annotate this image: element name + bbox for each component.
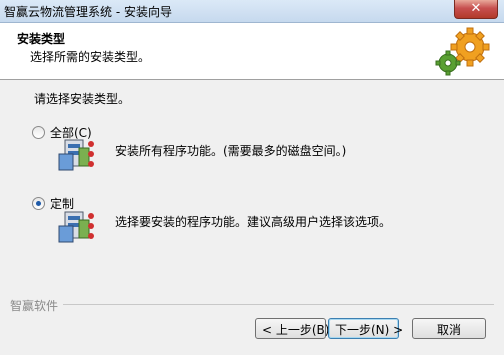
radio-complete[interactable]	[32, 126, 45, 139]
title-bar: 智赢云物流管理系统 - 安装向导 ✕	[0, 0, 504, 23]
window-title: 智赢云物流管理系统 - 安装向导	[4, 5, 172, 19]
page-subtitle: 选择所需的安装类型。	[30, 50, 151, 64]
cancel-button[interactable]: 取消	[412, 318, 486, 339]
gears-icon	[435, 27, 490, 76]
option-complete-description: 安装所有程序功能。(需要最多的磁盘空间。)	[115, 144, 347, 158]
next-button[interactable]: 下一步(N) >	[328, 318, 403, 339]
install-package-icon	[58, 139, 94, 171]
custom-install-icon	[58, 211, 94, 243]
close-button[interactable]: ✕	[454, 0, 498, 19]
option-custom-description: 选择要安装的程序功能。建议高级用户选择该选项。	[115, 215, 392, 229]
wizard-header: 安装类型 选择所需的安装类型。	[0, 23, 504, 80]
brand-divider: 智赢软件	[10, 297, 494, 314]
brand-label: 智赢软件	[10, 297, 64, 314]
divider	[10, 304, 494, 305]
radio-custom[interactable]	[32, 197, 45, 210]
page-title: 安装类型	[17, 32, 66, 46]
back-button[interactable]: < 上一步(B)	[255, 318, 329, 339]
instruction-text: 请选择安装类型。	[34, 92, 131, 106]
close-icon: ✕	[470, 1, 482, 16]
